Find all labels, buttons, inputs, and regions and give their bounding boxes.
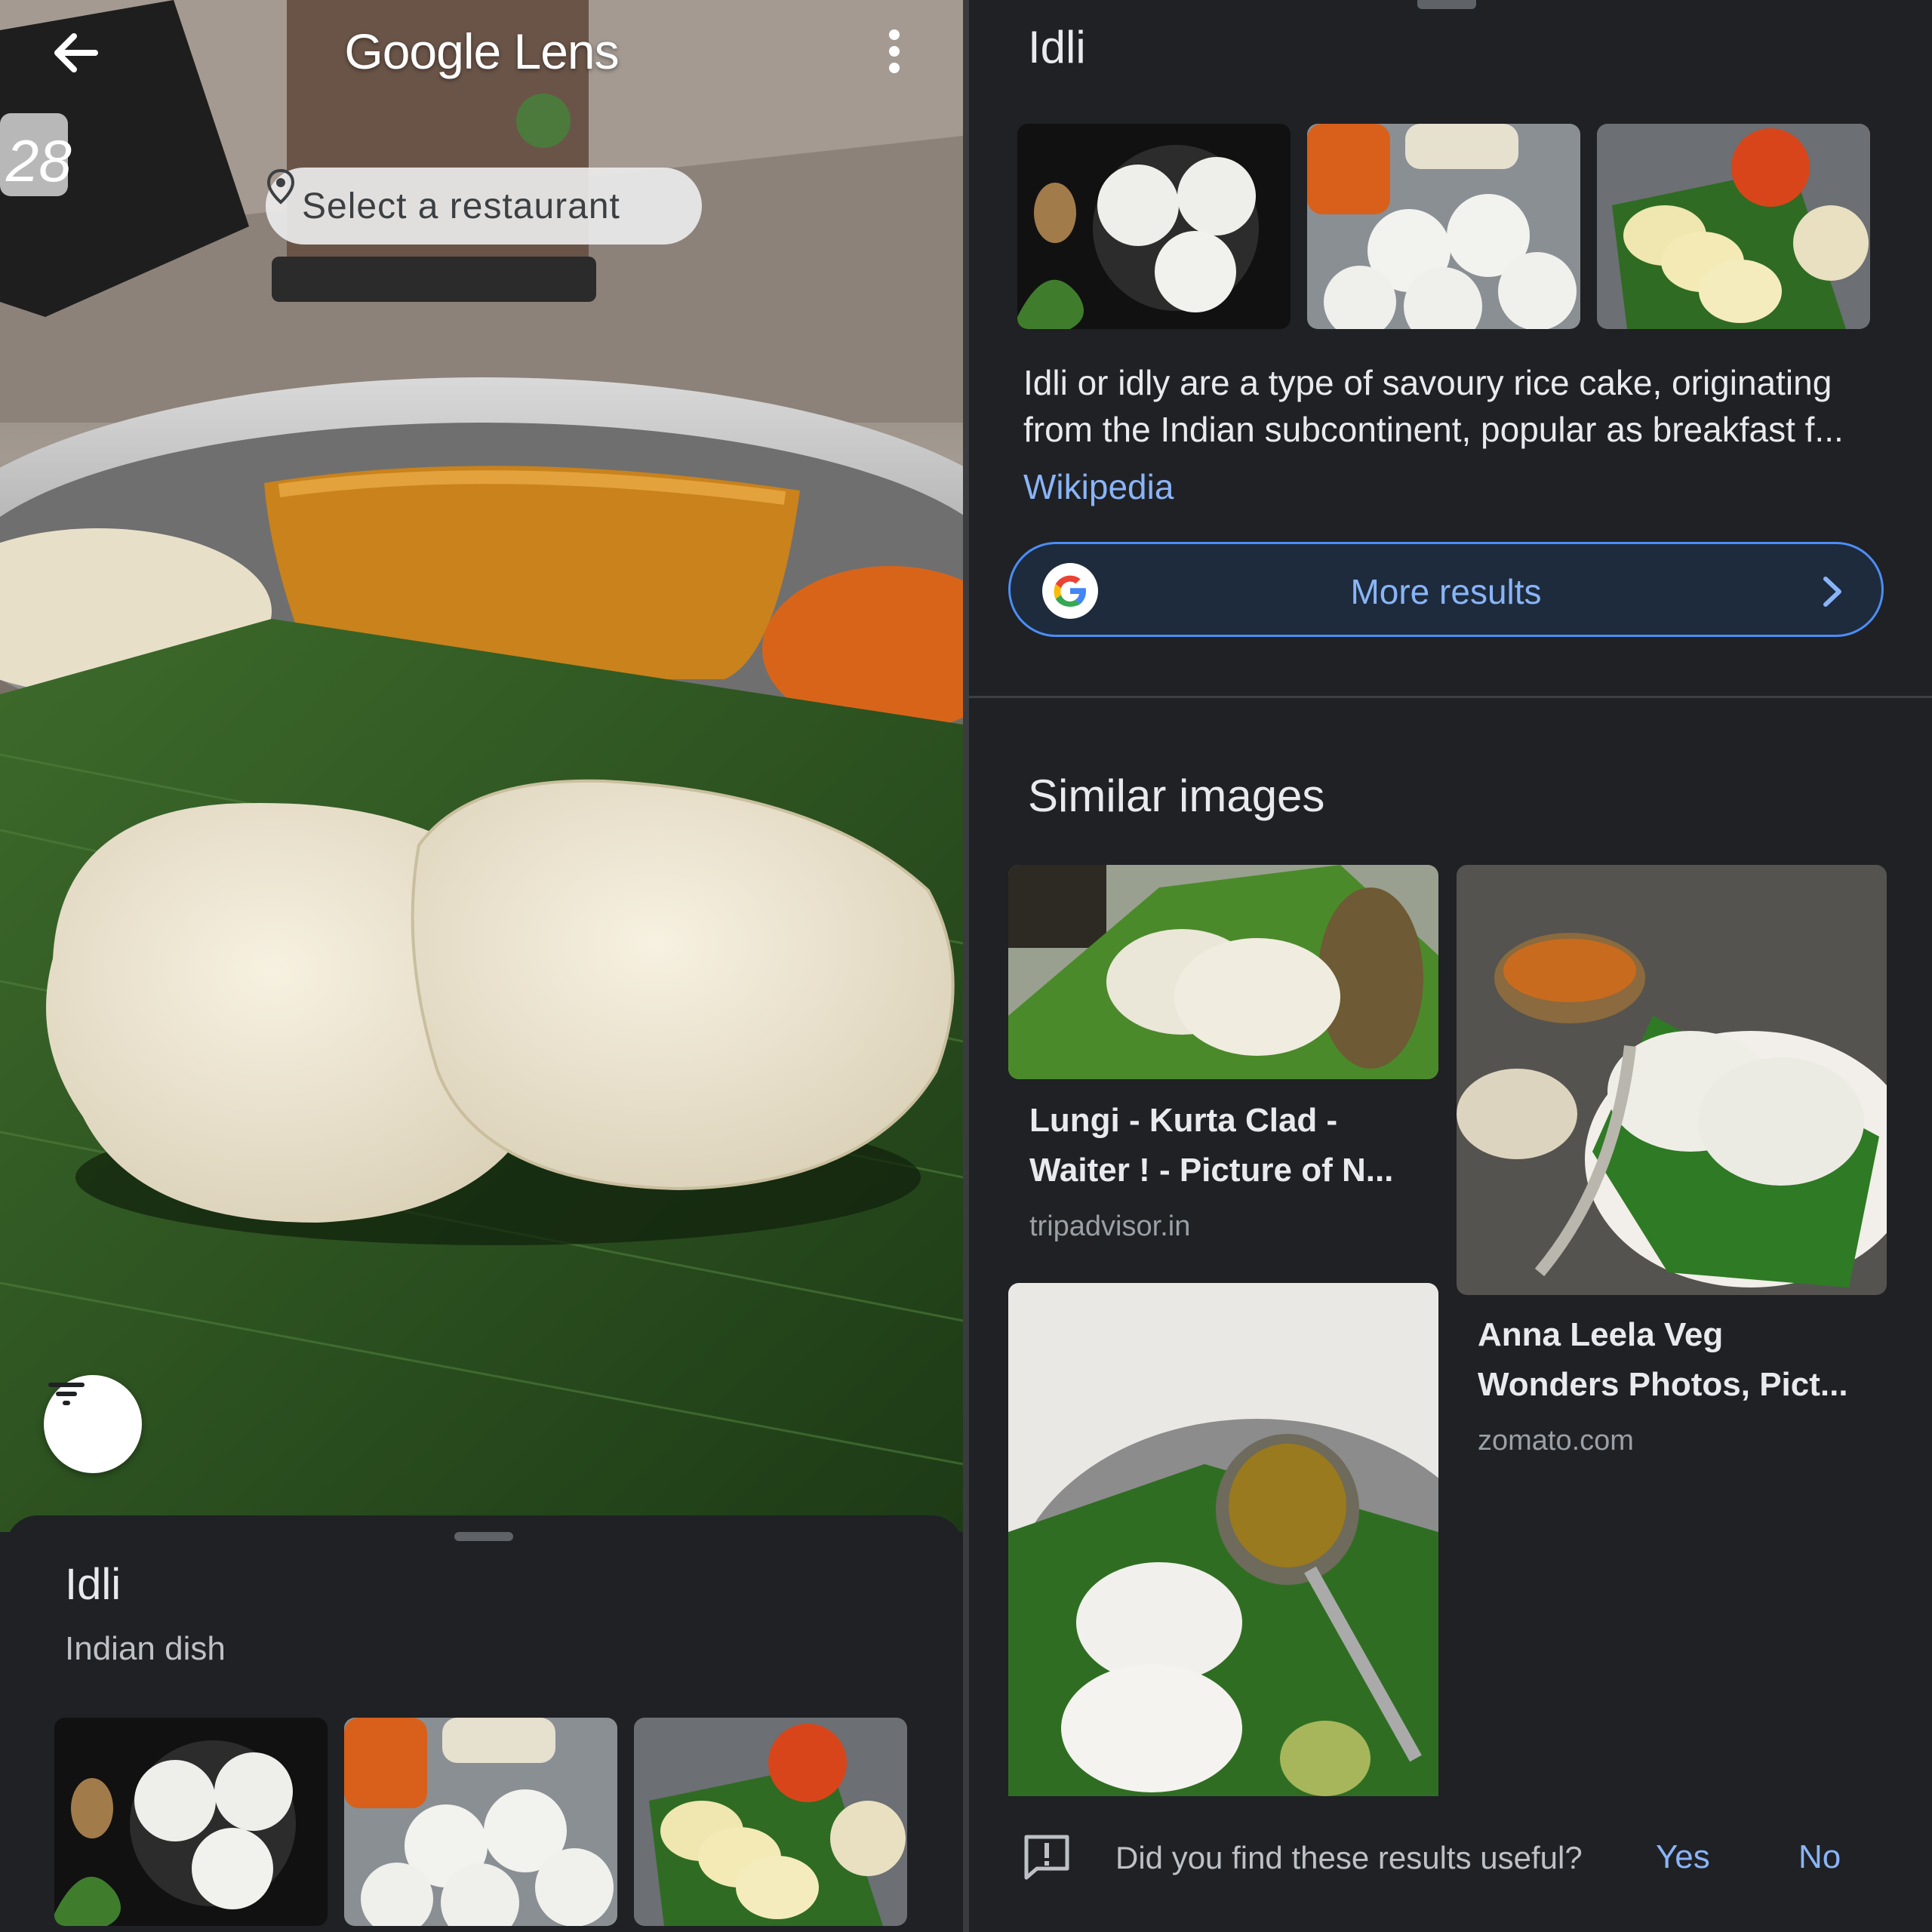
similar-card-1-title-line-2: Waiter ! - Picture of N... bbox=[1029, 1152, 1394, 1189]
location-pin-icon bbox=[266, 168, 295, 205]
result-thumbnail-2[interactable] bbox=[1307, 124, 1580, 329]
idli-black-plate-image bbox=[1017, 124, 1291, 329]
similar-image-1[interactable] bbox=[1008, 865, 1438, 1079]
idli-steel-plate-image bbox=[1307, 124, 1580, 329]
more-vert-icon bbox=[889, 29, 900, 73]
feedback-question: Did you find these results useful? bbox=[1115, 1840, 1583, 1875]
similar-card-1-title-line-1: Lungi - Kurta Clad - bbox=[1029, 1102, 1338, 1139]
feedback-yes-button[interactable]: Yes bbox=[1656, 1838, 1710, 1876]
app-title: Google Lens bbox=[344, 23, 619, 79]
section-divider bbox=[969, 696, 1932, 698]
result-description: Idli or idly are a type of savoury rice … bbox=[1023, 359, 1876, 453]
idli-sambar-cup-image bbox=[1008, 1283, 1438, 1796]
more-options-button[interactable] bbox=[868, 23, 921, 83]
result-title: Idli bbox=[1028, 22, 1086, 72]
camera-panel: 28 Google Lens Select a restaurant Idli … bbox=[0, 0, 963, 1932]
svg-text:28: 28 bbox=[5, 128, 72, 194]
filter-button[interactable] bbox=[44, 1375, 142, 1473]
idli-banana-leaf-image bbox=[1597, 124, 1870, 329]
description-line-2: from the Indian subcontinent, popular as… bbox=[1023, 410, 1844, 449]
idli-plate-granite-image bbox=[1457, 865, 1887, 1295]
feedback-icon bbox=[1024, 1835, 1069, 1880]
select-restaurant-chip[interactable]: Select a restaurant bbox=[266, 168, 702, 245]
sheet-thumbnail-1[interactable] bbox=[54, 1718, 328, 1926]
more-results-label: More results bbox=[1350, 572, 1542, 611]
filter-list-icon bbox=[48, 1383, 85, 1405]
sheet-title: Idli bbox=[65, 1560, 122, 1609]
similar-images-title: Similar images bbox=[1028, 771, 1325, 821]
idli-leaf-table-image bbox=[1008, 865, 1438, 1079]
sheet-thumbnail-2[interactable] bbox=[344, 1718, 617, 1926]
select-restaurant-label: Select a restaurant bbox=[302, 186, 620, 226]
feedback-bar: Did you find these results useful? Yes N… bbox=[969, 1796, 1932, 1932]
more-results-button[interactable]: More results bbox=[1008, 542, 1884, 637]
idli-steel-plate-image bbox=[344, 1718, 617, 1926]
result-thumbnail-3[interactable] bbox=[1597, 124, 1870, 329]
similar-card-1-source: tripadvisor.in bbox=[1029, 1211, 1191, 1242]
sheet-thumbnail-3[interactable] bbox=[634, 1718, 907, 1926]
result-thumbnail-1[interactable] bbox=[1017, 124, 1291, 329]
sheet-subtitle: Indian dish bbox=[65, 1630, 226, 1667]
similar-card-2-title-line-2: Wonders Photos, Pict... bbox=[1478, 1366, 1848, 1403]
similar-card-2-title-line-1: Anna Leela Veg bbox=[1478, 1316, 1724, 1353]
feedback-no-button[interactable]: No bbox=[1798, 1838, 1841, 1876]
idli-banana-leaf-image bbox=[634, 1718, 907, 1926]
similar-card-1-title[interactable]: Lungi - Kurta Clad - Waiter ! - Picture … bbox=[1029, 1096, 1393, 1195]
wikipedia-link[interactable]: Wikipedia bbox=[1023, 466, 1174, 507]
panel-divider bbox=[963, 0, 969, 1932]
description-line-1: Idli or idly are a type of savoury rice … bbox=[1023, 363, 1832, 402]
results-drag-handle[interactable] bbox=[1417, 0, 1476, 9]
results-panel[interactable]: Idli Idli or idly are a type of savoury … bbox=[969, 0, 1932, 1932]
similar-image-3[interactable] bbox=[1008, 1283, 1438, 1796]
similar-image-2[interactable] bbox=[1457, 865, 1887, 1295]
chevron-right-icon bbox=[1823, 577, 1841, 607]
similar-card-2-title[interactable]: Anna Leela Veg Wonders Photos, Pict... bbox=[1478, 1310, 1848, 1410]
result-bottom-sheet[interactable]: Idli Indian dish bbox=[6, 1515, 963, 1932]
idli-black-plate-image bbox=[54, 1718, 328, 1926]
sheet-drag-handle[interactable] bbox=[454, 1532, 513, 1541]
camera-photo[interactable]: 28 Google Lens Select a restaurant bbox=[0, 0, 963, 1532]
similar-card-2-source: zomato.com bbox=[1478, 1425, 1634, 1457]
